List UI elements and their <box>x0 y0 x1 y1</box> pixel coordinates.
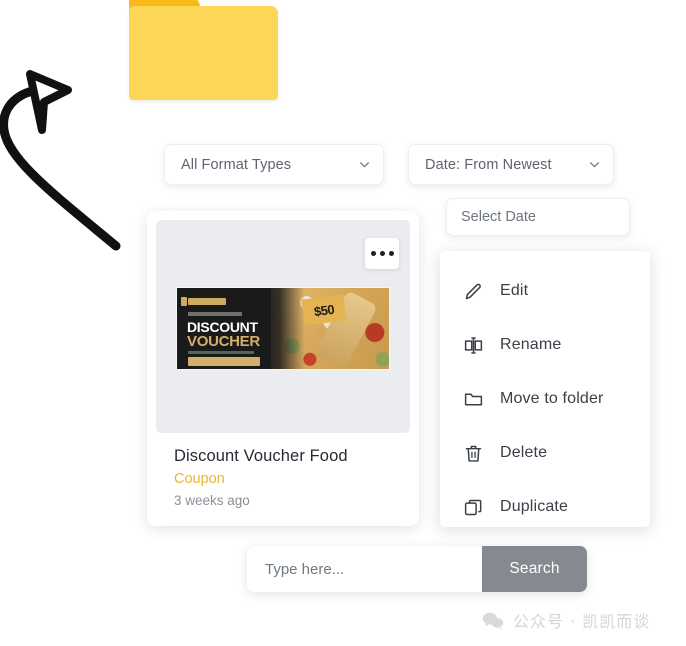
menu-item-label: Move to folder <box>500 390 604 407</box>
menu-item-label: Rename <box>500 336 562 353</box>
chevron-down-icon <box>360 162 369 168</box>
card-meta: Discount Voucher Food Coupon 3 weeks ago <box>147 433 419 508</box>
card-more-button[interactable] <box>365 238 399 269</box>
menu-item-label: Delete <box>500 444 548 461</box>
format-type-select[interactable]: All Format Types <box>164 144 384 185</box>
card-timestamp: 3 weeks ago <box>174 493 250 508</box>
design-card[interactable]: DISCOUNT VOUCHER $50 Discount Voucher Fo… <box>147 211 419 526</box>
voucher-logo <box>181 297 226 306</box>
voucher-subhead: VOUCHER <box>187 333 260 350</box>
rename-icon <box>464 336 483 354</box>
date-sort-value: Date: From Newest <box>425 156 552 173</box>
duplicate-icon <box>464 499 482 515</box>
menu-item-label: Edit <box>500 282 529 299</box>
folder-icon[interactable] <box>129 0 278 100</box>
voucher-cta-bar <box>188 357 260 366</box>
select-date-input[interactable] <box>461 209 615 225</box>
folder-icon <box>464 393 483 405</box>
watermark-text: 公众号 · 凯凯而谈 <box>513 612 651 631</box>
ellipsis-dot <box>388 251 394 256</box>
folder-body <box>129 6 278 100</box>
app-canvas: All Format Types Date: From Newest Selec… <box>0 0 686 646</box>
search-input[interactable] <box>247 546 482 592</box>
filter-row: All Format Types Date: From Newest <box>164 144 614 185</box>
context-menu: Edit Rename Move to folder Delete Duplic… <box>440 251 650 527</box>
ellipsis-dot <box>370 251 376 256</box>
annotation-arrow-icon <box>0 70 121 251</box>
menu-item-edit[interactable]: Edit <box>440 264 650 318</box>
card-tag: Coupon <box>174 471 225 487</box>
menu-item-move-to-folder[interactable]: Move to folder <box>440 372 650 426</box>
voucher-eyebrow-text <box>188 312 242 316</box>
select-date-field[interactable] <box>446 198 630 236</box>
voucher-body-text <box>188 351 254 354</box>
search-button[interactable]: Search <box>482 546 587 592</box>
card-title: Discount Voucher Food <box>174 447 348 465</box>
voucher-amount-badge: $50 <box>301 294 347 326</box>
menu-item-delete[interactable]: Delete <box>440 426 650 480</box>
card-preview: DISCOUNT VOUCHER $50 <box>156 220 410 433</box>
date-sort-select[interactable]: Date: From Newest <box>408 144 614 185</box>
format-type-value: All Format Types <box>181 156 292 173</box>
menu-item-label: Duplicate <box>500 498 569 515</box>
menu-item-duplicate[interactable]: Duplicate <box>440 480 650 534</box>
ellipsis-dot <box>379 251 385 256</box>
chevron-down-icon <box>590 162 599 168</box>
menu-item-rename[interactable]: Rename <box>440 318 650 372</box>
voucher-thumbnail: DISCOUNT VOUCHER $50 <box>177 288 389 369</box>
pencil-icon <box>465 283 481 299</box>
search-bar: Search <box>247 546 587 592</box>
trash-icon <box>465 445 482 462</box>
thumbnail-gradient <box>263 288 305 369</box>
wechat-icon <box>482 612 504 630</box>
watermark: 公众号 · 凯凯而谈 <box>482 608 650 632</box>
